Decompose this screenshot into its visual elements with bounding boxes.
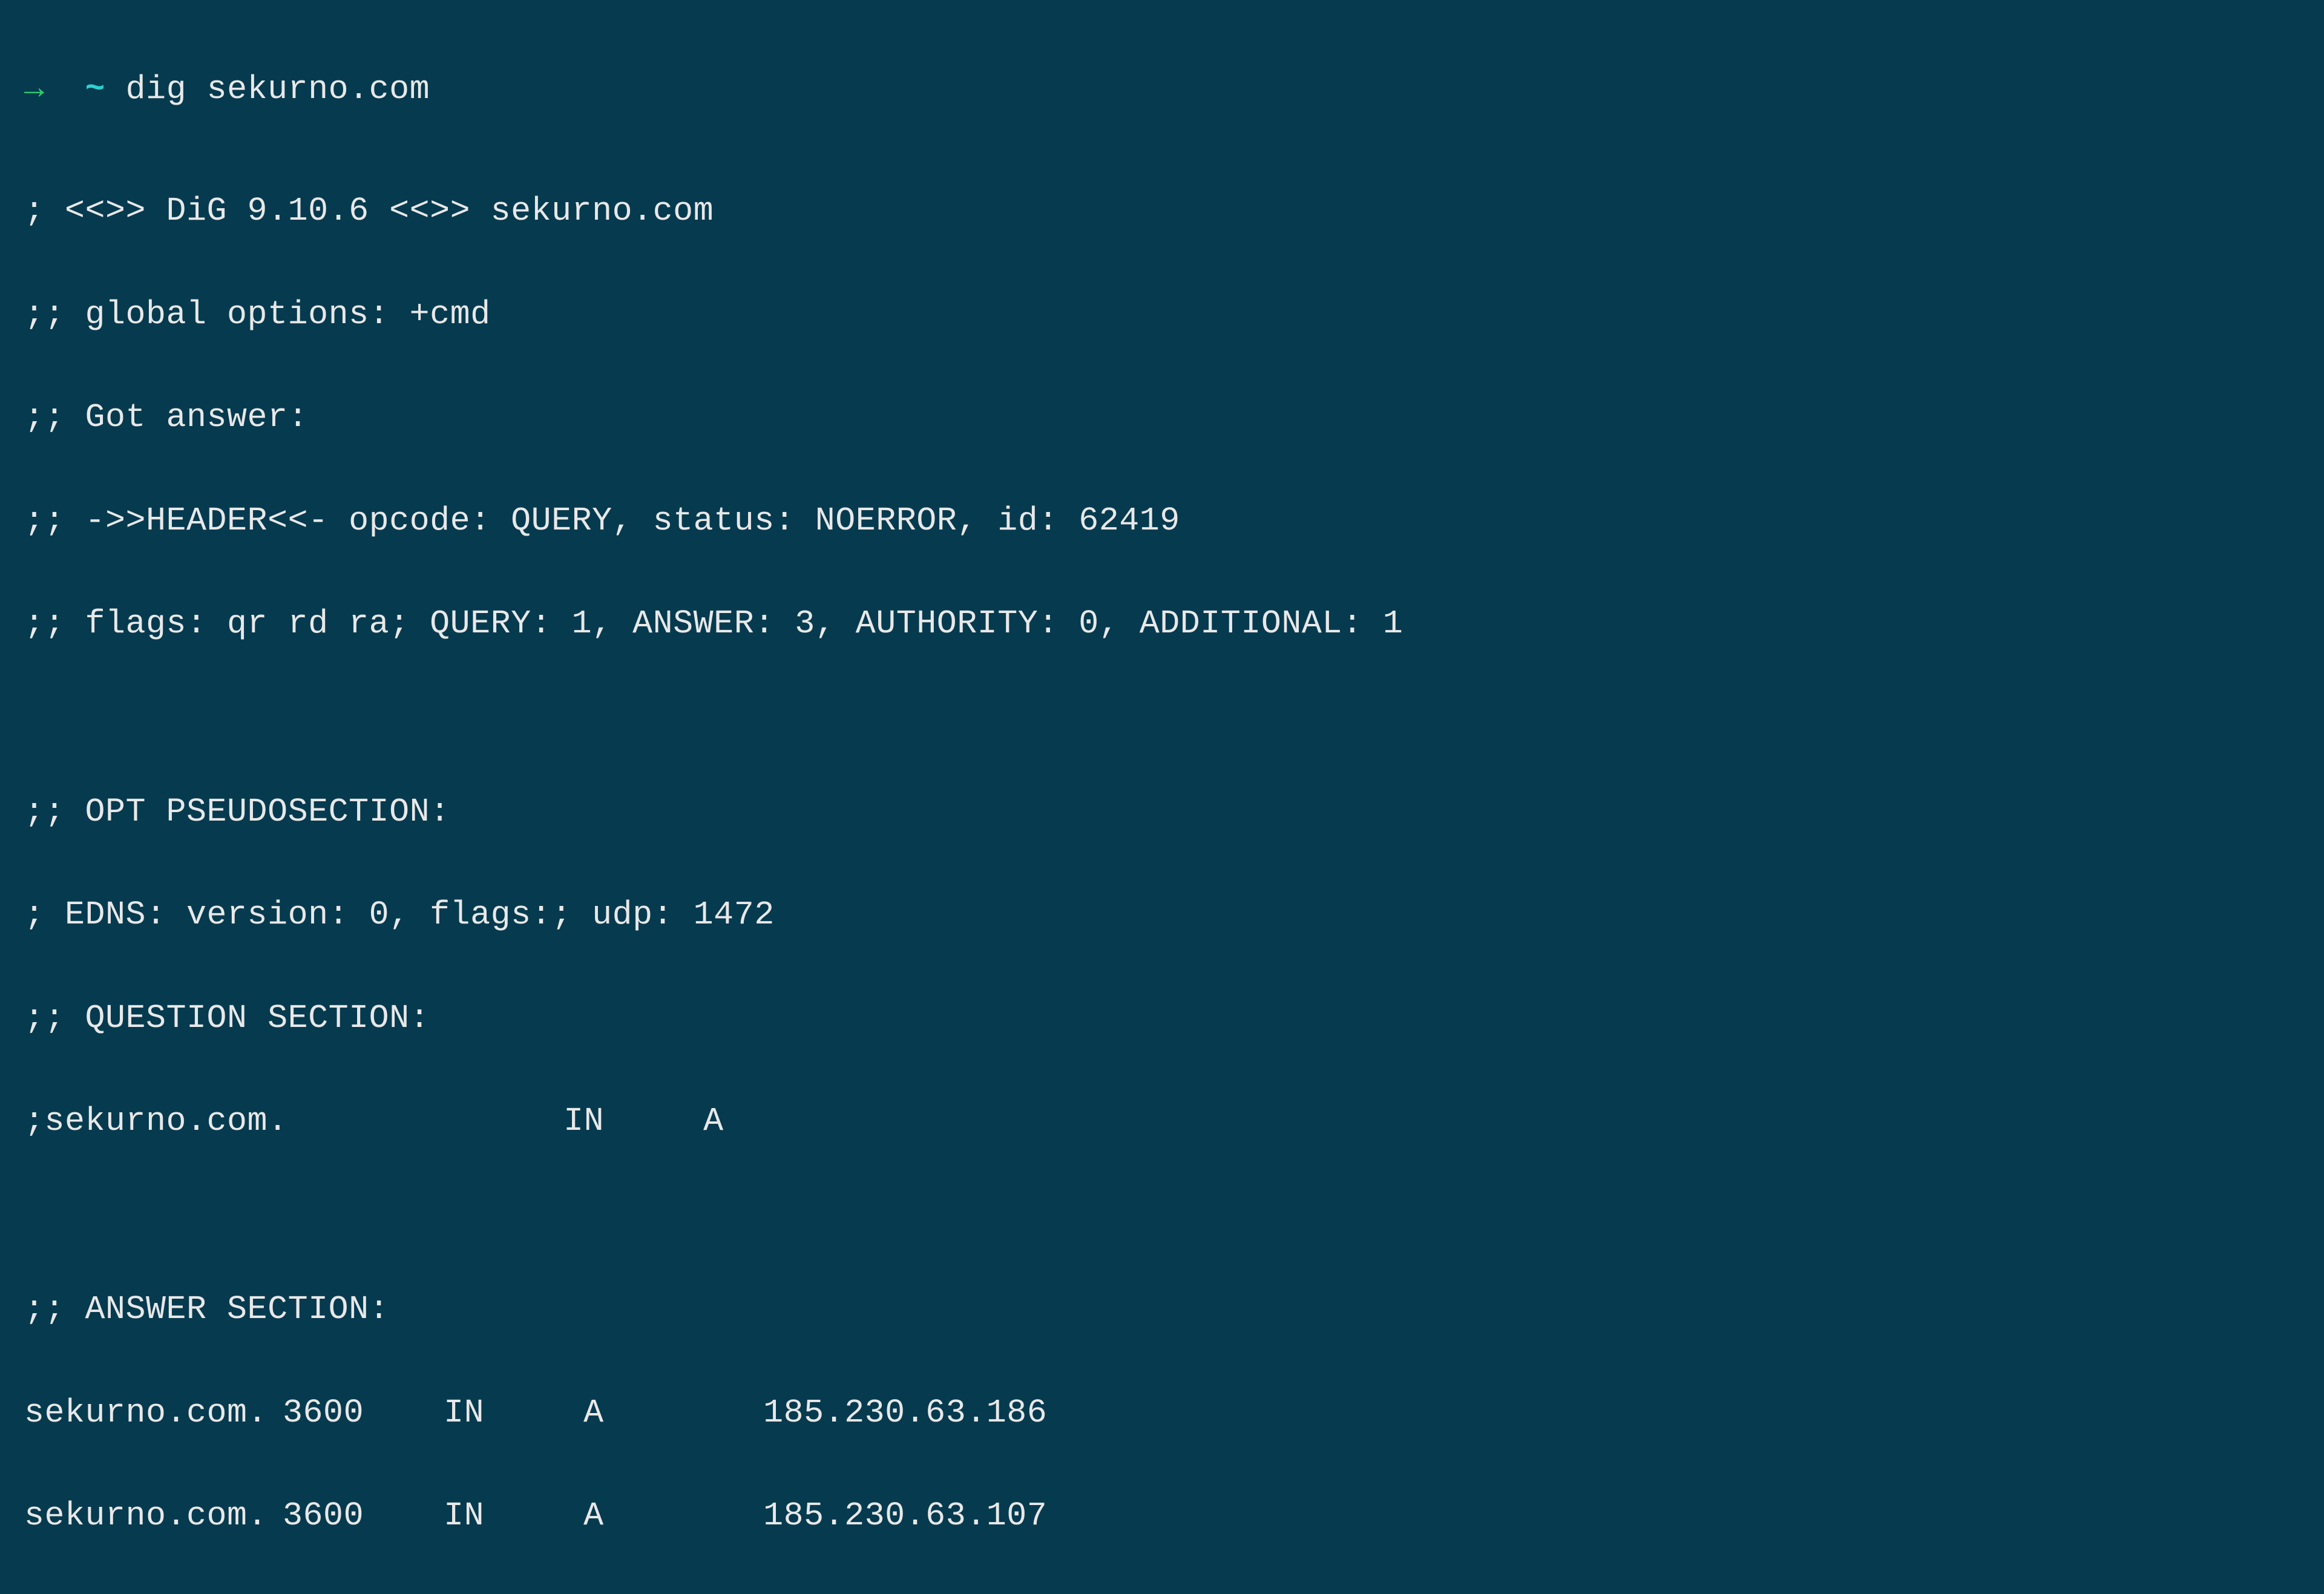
answer-class: IN: [444, 1387, 484, 1438]
question-name: ;sekurno.com.: [24, 1095, 563, 1147]
edns-line: ; EDNS: version: 0, flags:; udp: 1472: [24, 889, 2300, 940]
prompt-arrow-icon: →: [24, 70, 45, 108]
question-row: ;sekurno.com.INA: [24, 1095, 2300, 1147]
prompt-cwd: ~: [85, 70, 106, 108]
got-answer-line: ;; Got answer:: [24, 392, 2300, 443]
prompt-line: → ~ dig sekurno.com: [24, 64, 2300, 115]
answer-address: 185.230.63.107: [763, 1490, 1047, 1541]
flags-line: ;; flags: qr rd ra; QUERY: 1, ANSWER: 3,…: [24, 598, 2300, 649]
terminal-window[interactable]: → ~ dig sekurno.com ; <<>> DiG 9.10.6 <<…: [0, 0, 2324, 1594]
answer-name: sekurno.com.: [24, 1490, 244, 1541]
command-text: dig sekurno.com: [126, 70, 430, 108]
answer-row: sekurno.com.3600 IN A 185.230.63.186: [24, 1387, 2300, 1438]
answer-section-header: ;; ANSWER SECTION:: [24, 1284, 2300, 1335]
header-line: ;; ->>HEADER<<- opcode: QUERY, status: N…: [24, 495, 2300, 546]
blank-line: [24, 1199, 2300, 1232]
question-type: A: [703, 1095, 724, 1147]
answer-class: IN: [444, 1490, 484, 1541]
blank-line: [24, 701, 2300, 735]
answer-ttl: 3600: [244, 1490, 364, 1541]
question-section-header: ;; QUESTION SECTION:: [24, 992, 2300, 1044]
answer-row: sekurno.com.3600 IN A 185.230.63.107: [24, 1490, 2300, 1541]
answer-ttl: 3600: [244, 1387, 364, 1438]
global-options-line: ;; global options: +cmd: [24, 289, 2300, 340]
question-class: IN: [563, 1095, 703, 1147]
answer-type: A: [583, 1387, 603, 1438]
answer-address: 185.230.63.186: [763, 1387, 1047, 1438]
opt-pseudosection-header: ;; OPT PSEUDOSECTION:: [24, 786, 2300, 838]
dig-banner: ; <<>> DiG 9.10.6 <<>> sekurno.com: [24, 185, 2300, 237]
answer-name: sekurno.com.: [24, 1387, 244, 1438]
answer-type: A: [583, 1490, 603, 1541]
